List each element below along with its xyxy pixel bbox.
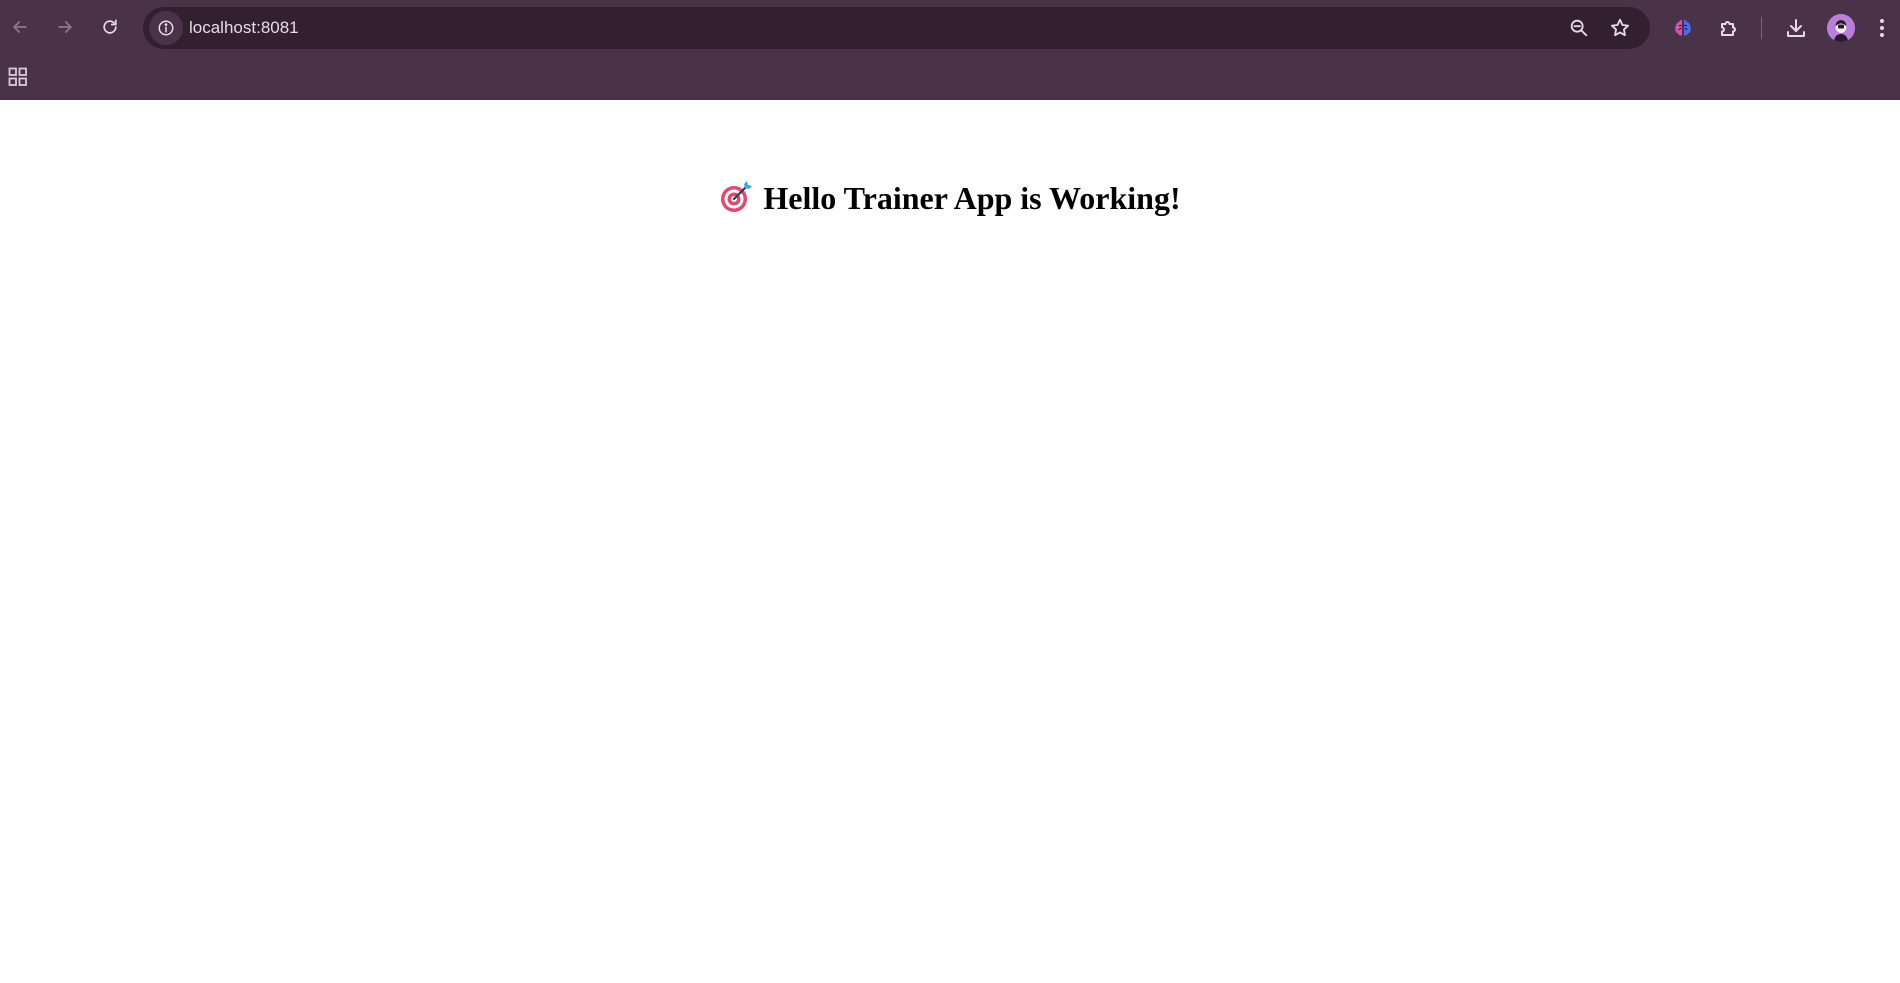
reload-icon	[103, 19, 117, 34]
download-icon	[1787, 19, 1805, 37]
apps-grid-icon	[8, 67, 27, 86]
reload-button[interactable]	[93, 10, 127, 44]
puzzle-icon	[1721, 21, 1736, 36]
avatar-icon	[1827, 14, 1855, 42]
apps-button[interactable]	[6, 65, 30, 89]
kebab-menu-icon	[1880, 19, 1884, 37]
browser-chrome: localhost:8081	[0, 0, 1900, 100]
browser-window: localhost:8081 Hello Trainer App is Work…	[0, 0, 1900, 983]
star-icon	[1611, 18, 1629, 37]
zoom-out-icon	[1570, 19, 1588, 37]
browser-toolbar: localhost:8081	[0, 0, 1900, 56]
profile-avatar[interactable]	[1827, 14, 1855, 42]
page-content: Hello Trainer App is Working!	[0, 100, 1900, 983]
bookmarks-bar	[0, 56, 1900, 100]
forward-button[interactable]	[48, 10, 82, 44]
target-icon	[719, 180, 753, 214]
browser-menu-button[interactable]	[1870, 12, 1894, 44]
back-button[interactable]	[3, 10, 37, 44]
url-text[interactable]: localhost:8081	[189, 7, 299, 49]
toolbar-divider	[1761, 17, 1762, 39]
address-bar[interactable]: localhost:8081	[143, 7, 1650, 49]
arrow-right-icon	[58, 21, 72, 33]
heading-text: Hello Trainer App is Working!	[763, 180, 1181, 216]
site-info-button[interactable]	[149, 11, 183, 45]
arrow-left-icon	[13, 21, 27, 33]
zoom-button[interactable]	[1566, 15, 1592, 41]
page-heading: Hello Trainer App is Working!	[0, 180, 1900, 217]
downloads-button[interactable]	[1780, 12, 1812, 44]
brain-extension-button[interactable]	[1667, 12, 1699, 44]
extensions-button[interactable]	[1713, 12, 1745, 44]
info-icon	[158, 20, 174, 36]
brain-icon	[1675, 20, 1691, 36]
bookmark-button[interactable]	[1607, 15, 1633, 41]
